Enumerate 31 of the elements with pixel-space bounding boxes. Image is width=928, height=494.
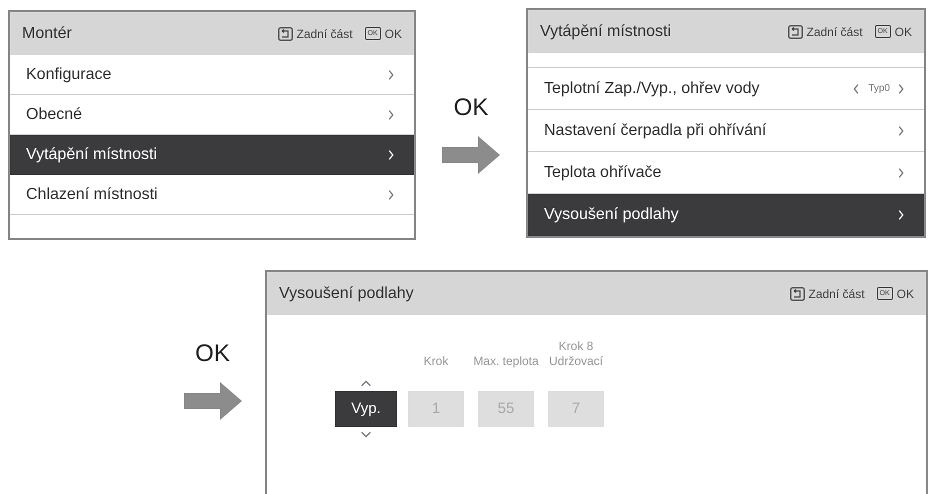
option-value: Typ0 <box>868 82 890 96</box>
screen-title: Montér <box>22 24 72 44</box>
menu-item-label: Vytápění místnosti <box>26 145 158 165</box>
back-icon <box>278 26 292 40</box>
menu-item-label: Teplota ohřívače <box>544 162 662 182</box>
step-label: OK <box>454 93 488 123</box>
menu-item-label: Nastavení čerpadla při ohřívání <box>544 120 766 140</box>
right-arrow-icon <box>184 382 242 420</box>
screen-title: Vytápění místnosti <box>540 22 672 42</box>
back-icon <box>790 286 804 300</box>
step-value[interactable]: Vyp. <box>335 391 397 427</box>
menu-item-label: Vysoušení podlahy <box>544 205 679 225</box>
back-label: Zadní část <box>296 26 353 42</box>
menu-item[interactable]: Vytápění místnosti <box>10 135 414 175</box>
ok-label: OK <box>384 26 402 42</box>
column-label: Krok 8 Udržovací <box>548 339 604 369</box>
step-label: OK <box>195 339 230 369</box>
column-label: Krok <box>422 354 450 369</box>
ok-label: OK <box>894 24 912 40</box>
back-icon <box>788 24 802 38</box>
screen-title: Vysoušení podlahy <box>279 284 414 304</box>
menu-item-label: Obecné <box>26 104 82 124</box>
column-label: Max. teplota <box>472 354 540 369</box>
back-label: Zadní část <box>806 24 863 40</box>
menu-item[interactable]: Vysoušení podlahy <box>528 194 924 236</box>
ok-label: OK <box>896 286 914 302</box>
back-label: Zadní část <box>808 286 865 302</box>
menu-item-label: Chlazení místnosti <box>26 184 158 204</box>
menu-item-label: Teplotní Zap./Vyp., ohřev vody <box>544 78 760 98</box>
menu-item-label: Konfigurace <box>26 64 112 84</box>
right-arrow-icon <box>442 136 500 174</box>
